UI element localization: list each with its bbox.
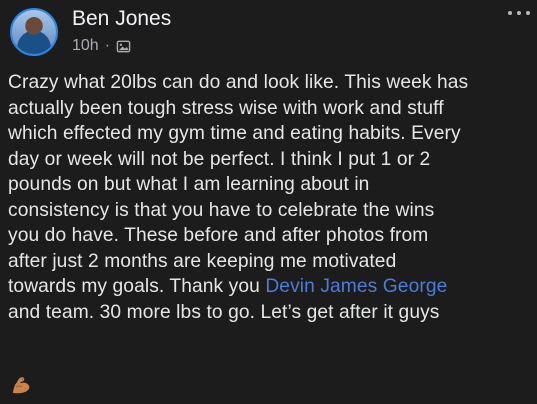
post-text-line: you do have. These before and after phot… <box>8 225 429 246</box>
post-text-fragment: towards my goals. Thank you <box>8 276 266 297</box>
post-text-line: which effected my gym time and eating ha… <box>8 123 461 144</box>
flexed-biceps-emoji <box>12 377 30 394</box>
post-time[interactable]: 10h <box>72 37 99 55</box>
post-text-line: Crazy what 20lbs can do and look like. T… <box>8 72 469 93</box>
post-text-line: after just 2 months are keeping me motiv… <box>8 250 397 272</box>
post-text-line: actually been tough stress wise with wor… <box>8 97 444 119</box>
photo-icon <box>116 40 131 52</box>
post-time-row: 10h · <box>72 37 171 55</box>
author-name[interactable]: Ben Jones <box>72 7 171 31</box>
more-options-dot <box>517 11 521 15</box>
mention-link[interactable]: Devin James George <box>265 276 447 297</box>
post-header: Ben Jones 10h · <box>10 7 171 56</box>
facebook-post: Ben Jones 10h · Crazy what 20lbs can do … <box>0 0 537 404</box>
post-text-line: pounds on but what I am learning about i… <box>8 174 370 195</box>
post-text-line: consistency is that you have to celebrat… <box>8 199 435 221</box>
post-text-line-with-mention: towards my goals. Thank you Devin James … <box>8 274 530 300</box>
post-text-line: and team. 30 more lbs to go. Let’s get a… <box>8 301 440 323</box>
more-options-dot <box>526 11 530 15</box>
post-meta: Ben Jones 10h · <box>72 7 171 55</box>
post-text: Crazy what 20lbs can do and look like. T… <box>8 70 530 325</box>
more-options-icon[interactable] <box>508 8 530 18</box>
more-options-dot <box>508 11 512 15</box>
separator-dot: · <box>104 37 111 54</box>
post-text-line: day or week will not be perfect. I think… <box>8 148 431 170</box>
author-avatar[interactable] <box>10 8 58 56</box>
